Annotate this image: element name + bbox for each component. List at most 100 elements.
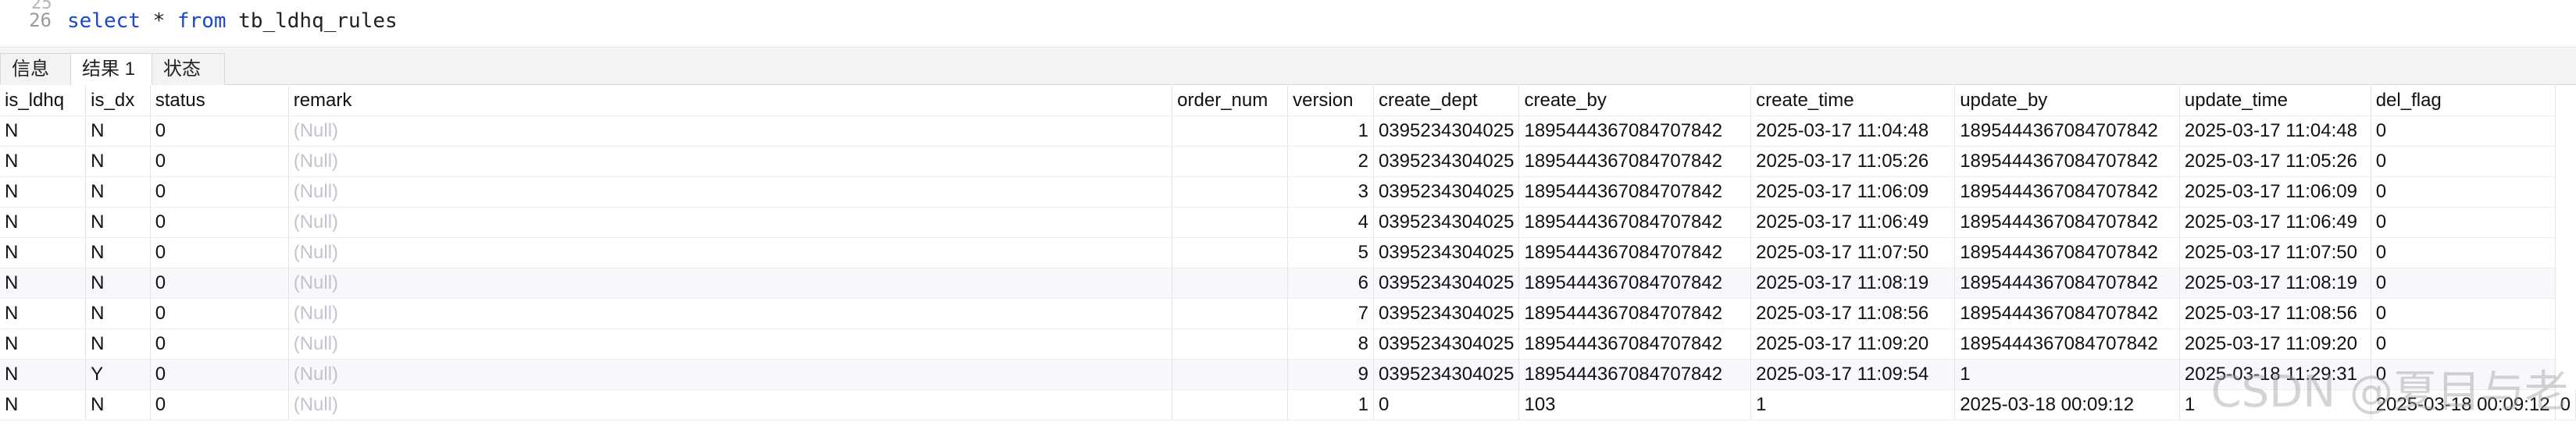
table-cell[interactable]: 2025-03-17 11:07:50 [1750, 237, 1956, 268]
tab-info[interactable]: 信息 [0, 53, 72, 85]
table-cell[interactable]: 8 [1287, 328, 1374, 360]
table-cell[interactable]: (Null) [288, 328, 1173, 360]
table-cell[interactable]: (Null) [288, 146, 1173, 177]
table-cell[interactable]: N [85, 328, 151, 360]
table-cell[interactable] [1172, 359, 1289, 390]
column-header-remark[interactable]: remark [288, 86, 1173, 116]
table-cell[interactable]: N [0, 237, 87, 268]
table-cell[interactable]: N [85, 146, 151, 177]
table-cell[interactable]: 0 [1373, 389, 1520, 421]
table-cell[interactable]: 1 [1750, 389, 1956, 421]
result-grid[interactable]: is_ldhq is_dx status remark order_num ve… [0, 86, 2576, 426]
table-cell[interactable]: 0395234304025 [1373, 298, 1520, 329]
table-cell[interactable]: 1895444367084707842 [1518, 115, 1752, 147]
column-header-create-time[interactable]: create_time [1750, 86, 1956, 116]
column-header-create-dept[interactable]: create_dept [1373, 86, 1520, 116]
table-cell[interactable]: 2025-03-17 11:04:48 [1750, 115, 1956, 147]
table-cell[interactable]: 0 [150, 115, 289, 147]
table-cell[interactable]: 0 [2371, 237, 2556, 268]
table-row[interactable]: N N 0 (Null) 7 0395234304025 18954443670847078… [0, 298, 2576, 329]
table-cell[interactable]: N [85, 298, 151, 329]
table-cell[interactable]: 0 [150, 146, 289, 177]
table-cell[interactable]: 2025-03-17 11:05:26 [1750, 146, 1956, 177]
table-cell[interactable]: 2025-03-17 11:08:56 [2179, 298, 2371, 329]
table-cell[interactable] [1172, 389, 1289, 421]
table-cell[interactable]: 0395234304025 [1373, 237, 1520, 268]
table-cell[interactable]: 4 [1287, 207, 1374, 238]
table-cell[interactable]: 1895444367084707842 [1518, 237, 1752, 268]
table-cell[interactable]: 1895444367084707842 [1518, 146, 1752, 177]
table-cell[interactable]: 0395234304025 [1373, 328, 1520, 360]
table-cell[interactable]: (Null) [288, 359, 1173, 390]
table-cell[interactable]: 1895444367084707842 [1954, 298, 2180, 329]
table-cell[interactable]: 7 [1287, 298, 1374, 329]
table-cell[interactable]: N [0, 298, 87, 329]
table-cell[interactable]: 1895444367084707842 [1954, 176, 2180, 208]
table-cell[interactable]: 2025-03-18 00:09:12 [1954, 389, 2180, 421]
table-cell[interactable]: N [85, 268, 151, 299]
table-row[interactable]: N N 0 (Null) 8 0395234304025 18954443670847078… [0, 328, 2576, 360]
table-cell[interactable]: 0 [2371, 146, 2556, 177]
table-cell[interactable] [1172, 328, 1289, 360]
column-header-status[interactable]: status [150, 86, 289, 116]
table-cell[interactable]: 0 [150, 207, 289, 238]
table-cell[interactable]: N [0, 207, 87, 238]
table-cell[interactable]: 0 [150, 298, 289, 329]
table-cell[interactable]: 2025-03-17 11:06:09 [2179, 176, 2371, 208]
table-cell[interactable] [1172, 176, 1289, 208]
table-cell[interactable]: 0395234304025 [1373, 176, 1520, 208]
table-cell[interactable]: Y [85, 359, 151, 390]
table-cell[interactable]: N [0, 176, 87, 208]
table-cell[interactable]: 0 [150, 389, 289, 421]
column-header-update-time[interactable]: update_time [2179, 86, 2371, 116]
table-cell[interactable]: (Null) [288, 207, 1173, 238]
table-cell[interactable]: 5 [1287, 237, 1374, 268]
table-cell[interactable]: 1895444367084707842 [1518, 359, 1752, 390]
table-cell[interactable]: 0 [2371, 268, 2556, 299]
table-row[interactable]: N N 0 (Null) 4 0395234304025 18954443670847078… [0, 207, 2576, 238]
table-row[interactable]: N N 0 (Null) 6 0395234304025 18954443670847078… [0, 268, 2576, 299]
table-cell[interactable] [1172, 268, 1289, 299]
table-cell[interactable]: 0395234304025 [1373, 115, 1520, 147]
column-header-order-num[interactable]: order_num [1172, 86, 1289, 116]
table-cell[interactable]: 2025-03-17 11:09:54 [1750, 359, 1956, 390]
table-cell[interactable]: 0 [2371, 176, 2556, 208]
table-cell[interactable]: (Null) [288, 176, 1173, 208]
table-cell[interactable]: 2025-03-17 11:06:49 [2179, 207, 2371, 238]
table-cell[interactable]: N [0, 146, 87, 177]
table-cell[interactable]: 0395234304025 [1373, 359, 1520, 390]
table-cell[interactable]: 1895444367084707842 [1954, 146, 2180, 177]
table-row[interactable]: N N 0 (Null) 2 0395234304025 18954443670847078… [0, 146, 2576, 177]
table-cell[interactable]: 1 [1287, 115, 1374, 147]
table-cell[interactable]: 3 [1287, 176, 1374, 208]
table-cell[interactable]: 0 [150, 237, 289, 268]
column-header-is-ldhq[interactable]: is_ldhq [0, 86, 87, 116]
table-cell[interactable]: 0 [2371, 115, 2556, 147]
table-cell[interactable]: 1895444367084707842 [1518, 207, 1752, 238]
table-cell[interactable]: 0 [2371, 207, 2556, 238]
table-cell[interactable]: N [0, 359, 87, 390]
table-cell[interactable]: (Null) [288, 268, 1173, 299]
table-cell[interactable]: 0395234304025 [1373, 268, 1520, 299]
table-cell[interactable]: 2025-03-17 11:08:56 [1750, 298, 1956, 329]
table-cell[interactable] [1172, 298, 1289, 329]
table-cell[interactable]: 1895444367084707842 [1518, 298, 1752, 329]
table-cell[interactable] [1172, 207, 1289, 238]
table-cell[interactable]: 0 [2371, 298, 2556, 329]
table-cell[interactable]: 103 [1518, 389, 1752, 421]
table-cell[interactable]: 6 [1287, 268, 1374, 299]
table-cell[interactable]: 2025-03-17 11:04:48 [2179, 115, 2371, 147]
table-cell[interactable]: 2025-03-17 11:07:50 [2179, 237, 2371, 268]
table-cell[interactable]: 1895444367084707842 [1954, 328, 2180, 360]
sql-editor[interactable]: 25 26 select * from tb_ldhq_rules [0, 0, 2576, 48]
table-cell[interactable]: N [85, 176, 151, 208]
table-cell[interactable]: 2025-03-17 11:06:49 [1750, 207, 1956, 238]
table-cell[interactable]: N [0, 328, 87, 360]
table-cell[interactable]: 1895444367084707842 [1518, 176, 1752, 208]
table-cell[interactable]: 1895444367084707842 [1954, 237, 2180, 268]
tab-status[interactable]: 状态 [152, 53, 225, 85]
table-cell[interactable] [1172, 237, 1289, 268]
column-header-create-by[interactable]: create_by [1518, 86, 1752, 116]
table-cell[interactable]: 1895444367084707842 [1954, 207, 2180, 238]
table-cell[interactable]: N [0, 268, 87, 299]
